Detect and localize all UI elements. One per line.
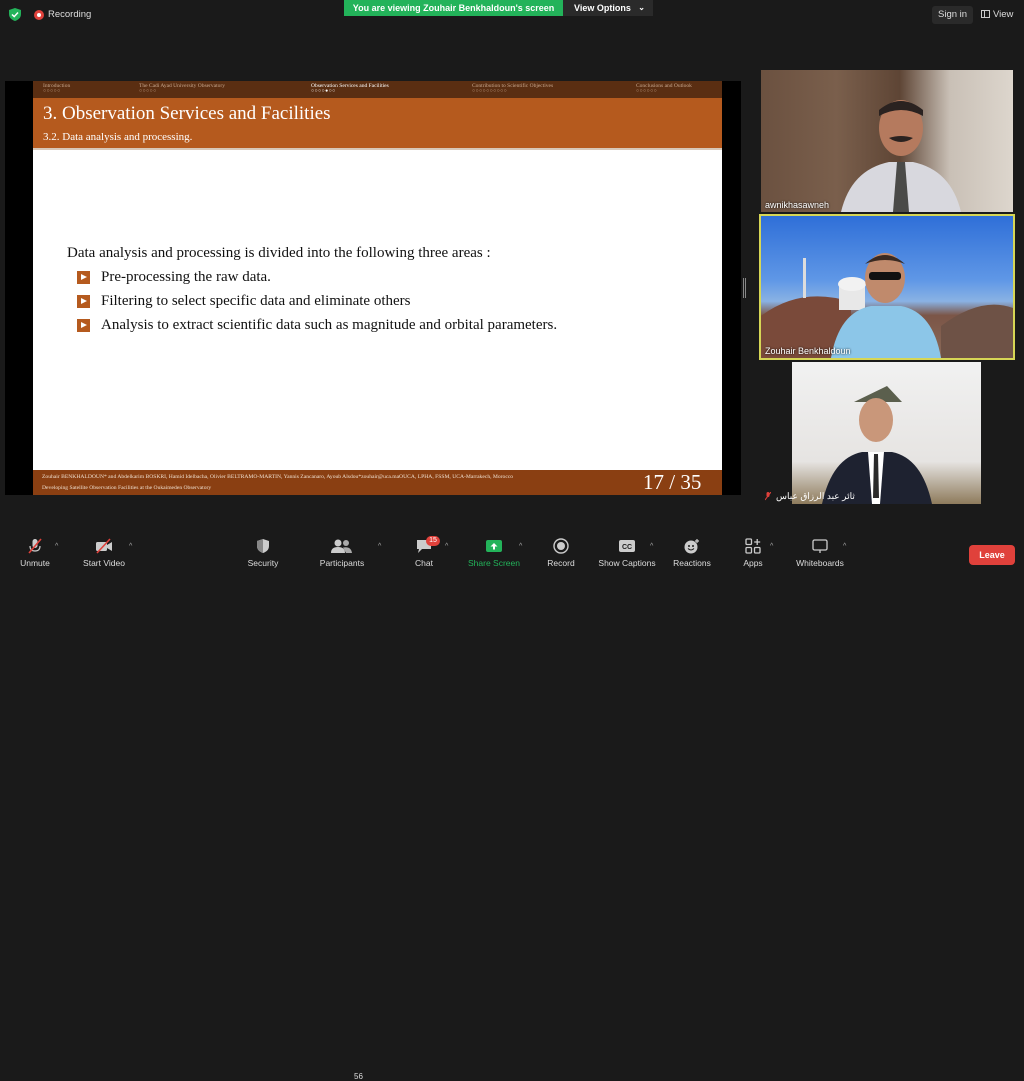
- view-options-button[interactable]: View Options ⌄: [563, 0, 653, 16]
- footer-authors: Zouhair BENKHALDOUN* and Abdelkarim BOSK…: [42, 474, 514, 480]
- participant-video: [761, 253, 1013, 358]
- captions-icon: CC: [619, 540, 635, 552]
- chevron-up-icon[interactable]: ^: [55, 543, 58, 550]
- chevron-up-icon[interactable]: ^: [378, 543, 381, 550]
- slide-title: 3. Observation Services and Facilities: [43, 103, 331, 124]
- slide-nav-item: Contribution to Scientific Objectives ○○○…: [472, 83, 553, 94]
- participant-video: [822, 386, 932, 504]
- chevron-up-icon[interactable]: ^: [445, 543, 448, 550]
- recording-icon: [34, 10, 44, 20]
- reactions-button[interactable]: Reactions: [670, 538, 714, 568]
- muted-mic-icon: [765, 492, 771, 501]
- slide-nav-bar: Introduction ○○○○○ The Cadi Ayad Universi…: [33, 81, 722, 98]
- participant-name: Zouhair Benkhaldoun: [765, 346, 851, 356]
- chevron-up-icon[interactable]: ^: [650, 543, 653, 550]
- apps-icon: [745, 538, 761, 554]
- participants-count: 56: [354, 1072, 363, 1081]
- start-video-label: Start Video: [83, 558, 125, 568]
- slide-footer: Zouhair BENKHALDOUN* and Abdelkarim BOSK…: [33, 470, 722, 495]
- resize-handle[interactable]: [743, 278, 746, 298]
- slide-nav-item: Conclusions and Outlook ○○○○○○: [636, 83, 692, 94]
- slide-nav-dots: ○○○○●○○: [311, 89, 336, 94]
- security-label: Security: [247, 558, 279, 568]
- svg-text:CC: CC: [622, 544, 632, 551]
- smiley-plus-icon: [684, 539, 699, 554]
- video-off-icon: [96, 538, 112, 554]
- bullet-arrow-icon: [77, 295, 90, 308]
- recording-label: Recording: [48, 9, 92, 20]
- record-button[interactable]: Record: [544, 538, 578, 568]
- participant-video: [841, 100, 961, 212]
- slide-nav-dots: ○○○○○○: [636, 89, 658, 94]
- leave-button[interactable]: Leave: [969, 545, 1015, 565]
- record-label: Record: [547, 558, 575, 568]
- top-bar: Recording You are viewing Zouhair Benkha…: [0, 0, 1024, 30]
- unmute-label: Unmute: [20, 558, 50, 568]
- record-icon: [553, 538, 569, 554]
- slide-title-bar: 3. Observation Services and Facilities 3…: [33, 98, 722, 150]
- share-screen-icon: [486, 540, 502, 552]
- bullet-arrow-icon: [77, 271, 90, 284]
- apps-button[interactable]: Apps: [738, 538, 768, 568]
- chat-unread-badge: 15: [426, 536, 440, 546]
- show-captions-button[interactable]: CC Show Captions: [596, 538, 658, 568]
- view-label: View: [993, 9, 1014, 20]
- participant-name: awnikhasawneh: [765, 200, 830, 210]
- bullet-arrow-icon: [77, 319, 90, 332]
- muted-mic-icon: [28, 538, 42, 554]
- video-tile[interactable]: [792, 362, 981, 504]
- video-tile-active-speaker[interactable]: Zouhair Benkhaldoun: [759, 214, 1015, 360]
- chevron-down-icon: ⌄: [638, 3, 645, 12]
- bullet-text: Analysis to extract scientific data such…: [101, 317, 558, 333]
- bullet-text: Filtering to select specific data and el…: [101, 293, 411, 309]
- slide-nav-dots: ○○○○○: [139, 89, 157, 94]
- participants-button[interactable]: Participants: [316, 538, 368, 568]
- participants-icon: [331, 539, 352, 553]
- whiteboards-label: Whiteboards: [796, 558, 844, 568]
- chevron-up-icon[interactable]: ^: [519, 543, 522, 550]
- sign-in-button[interactable]: Sign in: [932, 6, 974, 24]
- shield-check-icon[interactable]: [9, 8, 21, 21]
- footer-title: Developing Satellite Observation Facilit…: [42, 485, 212, 491]
- slide-nav-dots: ○○○○○○○○○○: [472, 89, 508, 94]
- show-captions-label: Show Captions: [598, 558, 656, 568]
- security-button[interactable]: Security: [243, 538, 283, 568]
- whiteboard-icon: [812, 539, 828, 553]
- unmute-button[interactable]: Unmute: [15, 538, 55, 568]
- chat-label: Chat: [415, 558, 433, 568]
- layout-icon: [981, 10, 990, 18]
- slide-nav-item: The Cadi Ayad University Observatory ○○○○…: [139, 83, 225, 94]
- reactions-label: Reactions: [673, 558, 711, 568]
- start-video-button[interactable]: Start Video: [78, 538, 130, 568]
- slide-page-number: 17 / 35: [643, 470, 702, 494]
- participants-label: Participants: [319, 558, 365, 568]
- share-screen-label: Share Screen: [468, 558, 520, 568]
- slide-nav-dots: ○○○○○: [43, 89, 61, 94]
- participant-name: ثائر عبد الرزاق عباس: [776, 491, 855, 501]
- share-screen-button[interactable]: Share Screen: [466, 538, 522, 568]
- slide-nav-item-active: Observation Services and Facilities ○○○○●…: [311, 83, 389, 94]
- shared-screen: Introduction ○○○○○ The Cadi Ayad Universi…: [5, 81, 741, 495]
- apps-label: Apps: [743, 558, 763, 568]
- whiteboards-button[interactable]: Whiteboards: [792, 538, 848, 568]
- chevron-up-icon[interactable]: ^: [129, 543, 132, 550]
- slide-subtitle: 3.2. Data analysis and processing.: [43, 131, 193, 143]
- viewing-screen-banner: You are viewing Zouhair Benkhaldoun's sc…: [344, 0, 563, 16]
- slide-intro-text: Data analysis and processing is divided …: [67, 245, 491, 261]
- chevron-up-icon[interactable]: ^: [843, 543, 846, 550]
- chevron-up-icon[interactable]: ^: [770, 543, 773, 550]
- presentation-slide: Introduction ○○○○○ The Cadi Ayad Universi…: [33, 81, 722, 495]
- meeting-toolbar: Unmute ^ Start Video ^ Security Particip…: [0, 530, 1024, 1081]
- video-tile[interactable]: awnikhasawneh: [761, 70, 1013, 212]
- slide-nav-item: Introduction ○○○○○: [43, 83, 70, 94]
- view-button[interactable]: View: [976, 6, 1018, 24]
- shield-icon: [257, 539, 269, 553]
- bullet-text: Pre-processing the raw data.: [101, 269, 271, 285]
- view-options-label: View Options: [574, 3, 631, 13]
